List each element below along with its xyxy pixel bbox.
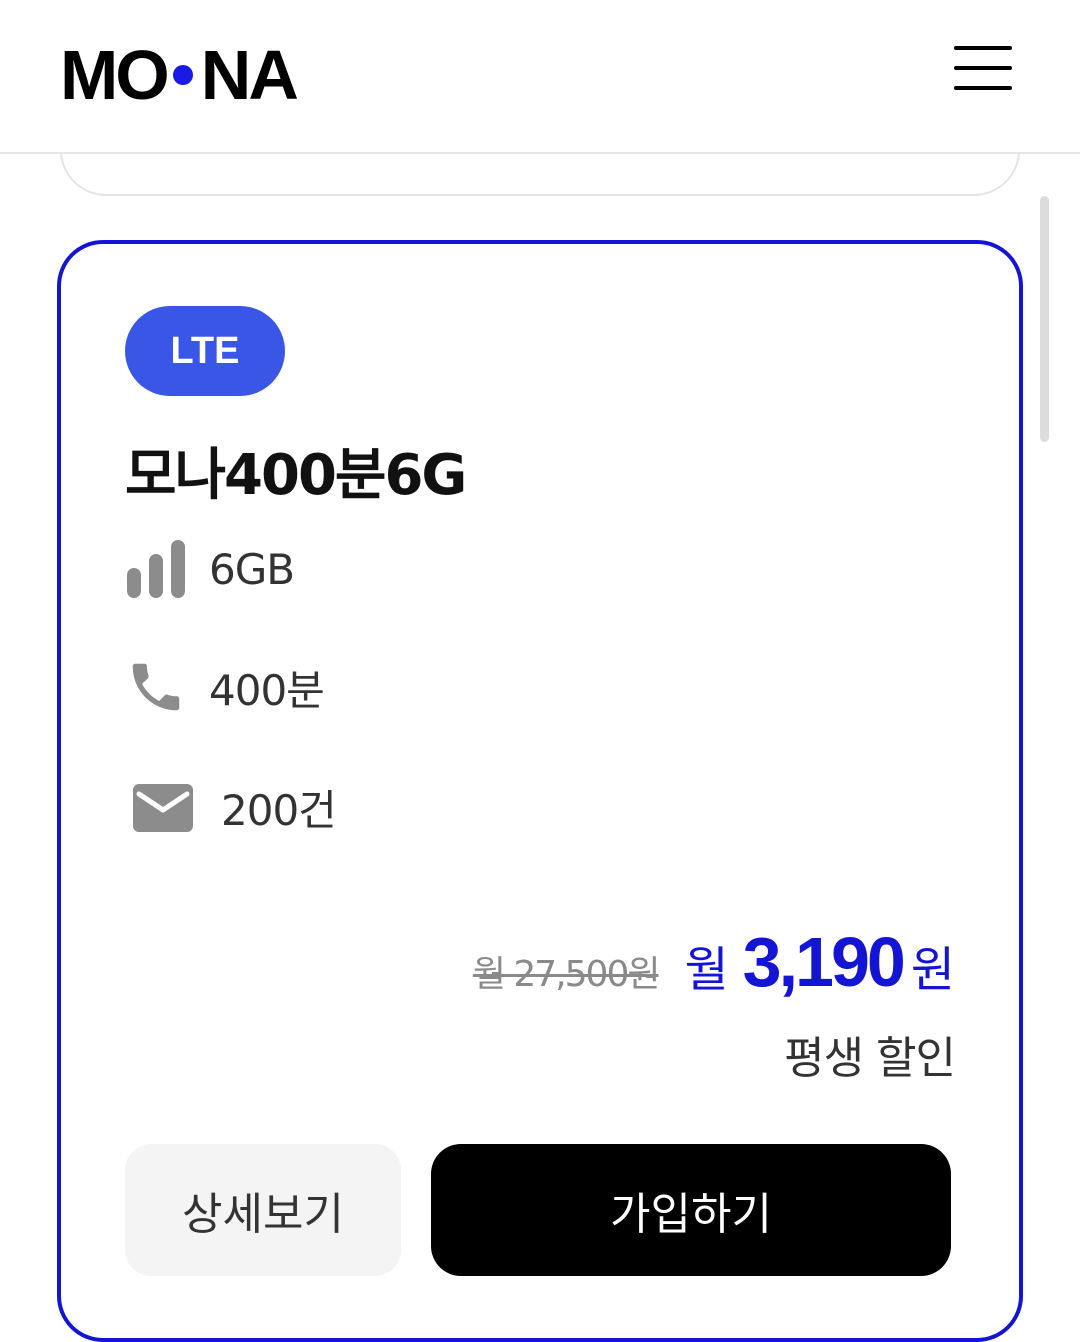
voice-allowance: 400분: [209, 665, 325, 715]
sms-feature: 200건: [125, 776, 337, 838]
signal-bars-icon: [127, 540, 185, 598]
network-badge: LTE: [125, 306, 285, 396]
logo-text-left: MO: [60, 36, 170, 114]
original-price: 월 27,500원: [472, 954, 661, 995]
sms-allowance: 200건: [221, 785, 337, 835]
data-feature: 6GB: [125, 538, 295, 600]
logo-dot: [172, 65, 193, 85]
logo-text-right: NA: [200, 36, 299, 114]
plan-title: 모나400분6G: [125, 443, 467, 508]
app-header: MO NA: [0, 0, 1080, 154]
plan-card: LTE 모나400분6G 6GB 400분 200건 월 27,500원 월 3…: [57, 240, 1023, 1342]
menu-line: [954, 86, 1012, 90]
price-row: 월 27,500원 월 3,190 원: [473, 922, 955, 1002]
hamburger-menu-icon[interactable]: [950, 40, 1016, 96]
scrollbar[interactable]: [1040, 196, 1049, 442]
voice-feature: 400분: [125, 656, 325, 718]
menu-line: [954, 46, 1012, 50]
price-suffix: 원: [910, 942, 955, 998]
mail-icon: [133, 784, 193, 832]
price-prefix: 월: [684, 942, 729, 998]
discounted-price: 3,190: [742, 923, 906, 1001]
data-allowance: 6GB: [209, 544, 295, 594]
mona-logo[interactable]: MO NA: [60, 36, 299, 114]
phone-icon: [132, 663, 180, 711]
menu-line: [954, 66, 1012, 70]
join-button[interactable]: 가입하기: [431, 1144, 951, 1276]
detail-button[interactable]: 상세보기: [125, 1144, 401, 1276]
discount-label: 평생 할인: [784, 1033, 956, 1084]
